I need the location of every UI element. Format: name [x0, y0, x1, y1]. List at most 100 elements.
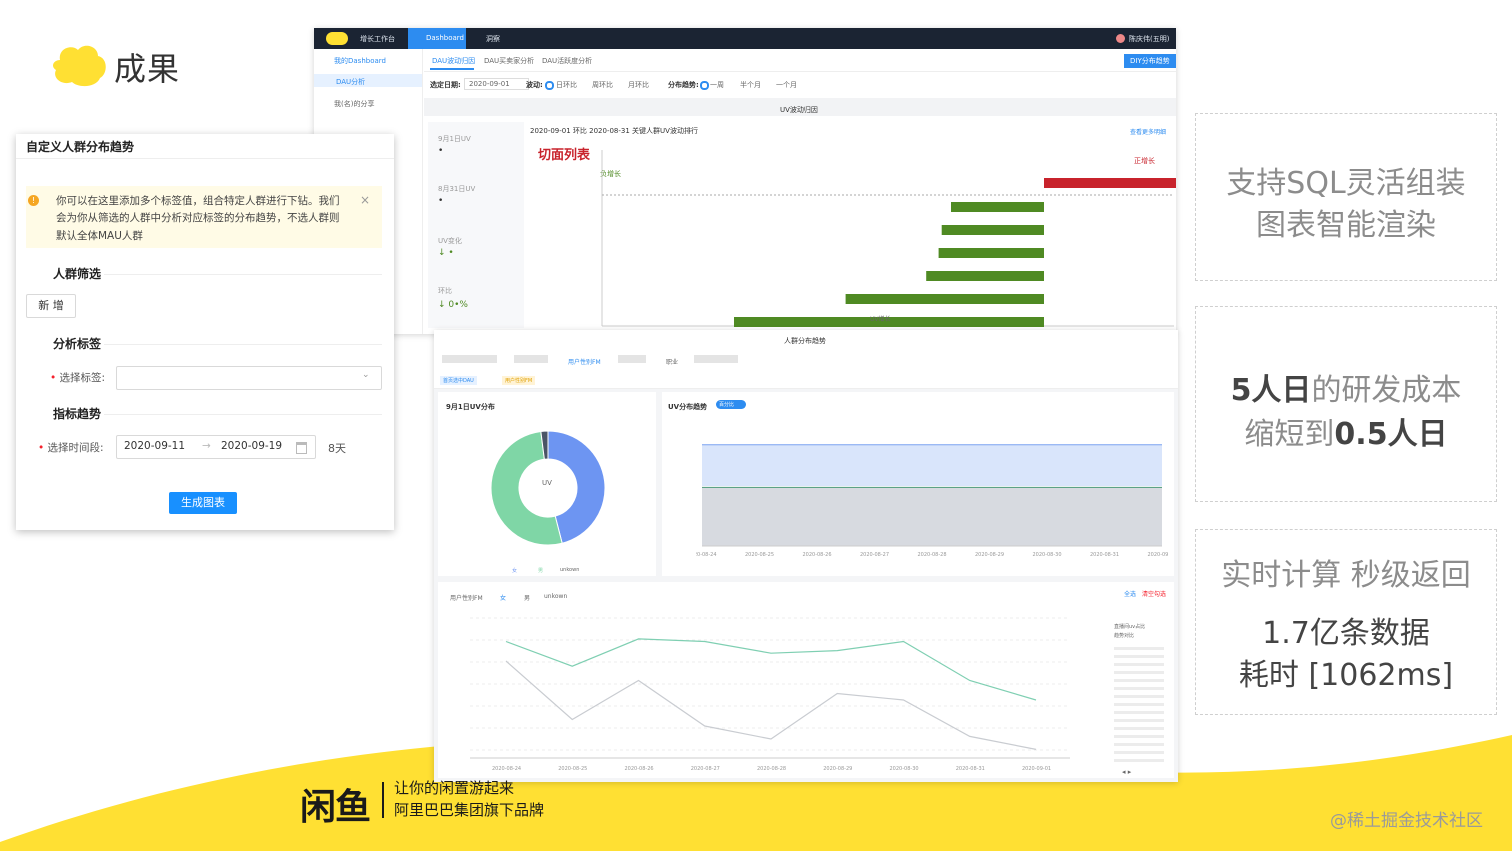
right-legend-live-uv: 直播间uv占比: [1114, 624, 1146, 630]
line-x-tick-label: 2020-09-01: [1022, 766, 1052, 772]
blurred-tab-3: [618, 355, 646, 363]
metric-section-title: 指标趋势: [53, 407, 102, 421]
tag-section-title: 分析标签: [53, 337, 102, 351]
trend-option-month[interactable]: 一个月: [776, 80, 797, 90]
title-blob-icon: [53, 45, 106, 87]
close-icon[interactable]: ×: [360, 193, 370, 207]
area-x-tick-label: 2020-08-25: [745, 552, 774, 558]
wave-option-daily[interactable]: 日环比: [556, 80, 577, 90]
pie-center-label: UV: [542, 479, 552, 487]
sidebar-item-my-dashboard[interactable]: 我的Dashboard: [334, 56, 386, 66]
tab-dau-attribution[interactable]: DAU波动归因: [432, 56, 475, 66]
wave-option-weekly[interactable]: 周环比: [592, 80, 613, 90]
wave-option-monthly[interactable]: 月环比: [628, 80, 649, 90]
more-details-link[interactable]: 查看更多明细: [1130, 127, 1166, 136]
date-picker[interactable]: 2020-09-01: [464, 78, 529, 90]
line-x-tick-label: 2020-08-30: [889, 766, 919, 772]
panel-title: 自定义人群分布趋势: [26, 140, 135, 154]
area-x-tick-label: 2020-08-24: [696, 552, 717, 558]
diy-trend-button[interactable]: DIY分布趋势: [1124, 54, 1176, 68]
ranking-title: 2020-09-01 环比 2020-08-31 关键人群UV波动排行: [530, 127, 698, 135]
date-label: 选定日期:: [430, 81, 461, 89]
breadcrumb-gender[interactable]: 用户性别FM: [502, 376, 536, 385]
nav-tab-dashboard-label: Dashboard: [426, 34, 464, 42]
range-arrow-icon: →: [202, 440, 211, 452]
legend-pager-icon[interactable]: ◂ ▸: [1122, 768, 1131, 776]
tag-label: • 选择标签:: [50, 372, 106, 384]
add-button[interactable]: 新 增: [26, 294, 76, 318]
trend-option-week[interactable]: 一周: [710, 80, 724, 90]
cost-line-1-rest: 的研发成本: [1311, 373, 1462, 408]
stat-label-uv-change: UV变化: [438, 237, 462, 245]
stat-value-0831: •: [438, 196, 444, 206]
trend-tab-gender[interactable]: 用户性别FM: [568, 357, 601, 366]
line-legend-female[interactable]: 女: [500, 593, 506, 602]
cost-after: 0.5人日: [1334, 417, 1448, 452]
sidebar-item-shared[interactable]: 我(名)的分享: [334, 99, 374, 109]
calendar-icon: [296, 442, 307, 454]
line-x-tick-label: 2020-08-27: [690, 766, 720, 772]
generate-chart-button[interactable]: 生成图表: [169, 492, 237, 514]
crowd-trend-screenshot: 人群分布趋势 用户性别FM 职业 首页选中DAU 用户性别FM 9月1日UV分布…: [434, 330, 1178, 782]
tabs-divider: [424, 71, 1176, 72]
right-legend-compare: 趋势对比: [1114, 633, 1135, 639]
line-legend-unknown[interactable]: unkown: [544, 593, 567, 600]
select-all-link[interactable]: 全选: [1124, 589, 1136, 598]
area-x-tick-label: 2020-08-30: [1032, 552, 1061, 558]
tab-active-underline: [430, 68, 474, 70]
tab-dau-buyer-seller[interactable]: DAU买卖家分析: [484, 56, 534, 66]
days-count: 8天: [328, 442, 346, 455]
line-x-tick-label: 2020-08-28: [757, 766, 787, 772]
tag-label-text: 选择标签:: [59, 372, 106, 384]
stat-value-0901: •: [438, 146, 444, 156]
uv-distribution-pie: [490, 430, 606, 546]
area-x-tick-label: 2020-08-28: [917, 552, 946, 558]
xianyu-logo: 闲鱼: [300, 787, 371, 828]
area-x-tick-label: 2020-08-26: [802, 552, 831, 558]
source-credit: @稀土掘金技术社区: [1330, 811, 1483, 831]
brand-slogan: 让你的闲置游起来: [394, 779, 515, 797]
radio-week-selected[interactable]: [700, 81, 709, 90]
brand-divider: [382, 782, 384, 818]
clear-selection-link[interactable]: 清空勾选: [1142, 589, 1166, 598]
area-x-tick-label: 2020-08-29: [975, 552, 1004, 558]
panel-divider: [16, 158, 394, 159]
tag-select[interactable]: [116, 366, 382, 390]
line-legend-group: 用户性别FM: [450, 595, 483, 602]
user-avatar[interactable]: [1116, 34, 1125, 43]
nav-tab-insight[interactable]: 洞察: [486, 34, 500, 44]
percent-toggle-label: 百分比: [719, 402, 735, 408]
pie-legend-unknown: unkown: [560, 567, 580, 573]
metric-section-line: [104, 414, 382, 415]
start-date[interactable]: 2020-09-11: [124, 440, 185, 452]
breadcrumb-dau[interactable]: 首页选中DAU: [440, 376, 477, 385]
user-name[interactable]: 陈庆伟(五明): [1129, 34, 1169, 44]
wave-label: 波动:: [526, 81, 543, 89]
cost-before: 5人日: [1230, 373, 1312, 408]
warning-icon: !: [28, 195, 39, 206]
tab-dau-activity[interactable]: DAU活跃度分析: [542, 56, 592, 66]
trend-option-half-month[interactable]: 半个月: [740, 80, 761, 90]
stat-value-uv-change: ↓ •: [438, 248, 454, 258]
radio-daily-selected[interactable]: [545, 81, 554, 90]
alert-line-1: 你可以在这里添加多个标签值，组合特定人群进行下钻。我们: [56, 195, 340, 207]
brand-subtitle: 阿里巴巴集团旗下品牌: [394, 801, 545, 819]
area-title: UV分布趋势: [668, 403, 708, 411]
section-title: UV波动归因: [780, 106, 818, 114]
area-series-upper: [702, 444, 1162, 486]
end-date[interactable]: 2020-09-19: [221, 440, 282, 452]
negative-bar: [941, 225, 1044, 235]
line-legend-male[interactable]: 男: [524, 593, 530, 602]
negative-bar: [845, 294, 1044, 304]
area-series-lower: [702, 487, 1162, 546]
feature-cost-line-1: 5人日的研发成本: [1196, 365, 1496, 409]
feature-box-cost: 5人日的研发成本 缩短到0.5人日: [1195, 306, 1497, 502]
cost-line-2-rest: 缩短到: [1244, 417, 1335, 452]
sidebar-item-dau[interactable]: DAU分析: [336, 77, 365, 87]
chevron-down-icon: ⌄: [362, 370, 370, 380]
feature-sql-line-1: 支持SQL灵活组装: [1226, 166, 1466, 201]
gender-trend-line-chart: [470, 617, 1070, 759]
feature-realtime-line-1: 实时计算 秒级返回: [1221, 558, 1471, 593]
area-x-tick-label: 2020-08-27: [860, 552, 889, 558]
trend-tab-job[interactable]: 职业: [666, 357, 678, 366]
